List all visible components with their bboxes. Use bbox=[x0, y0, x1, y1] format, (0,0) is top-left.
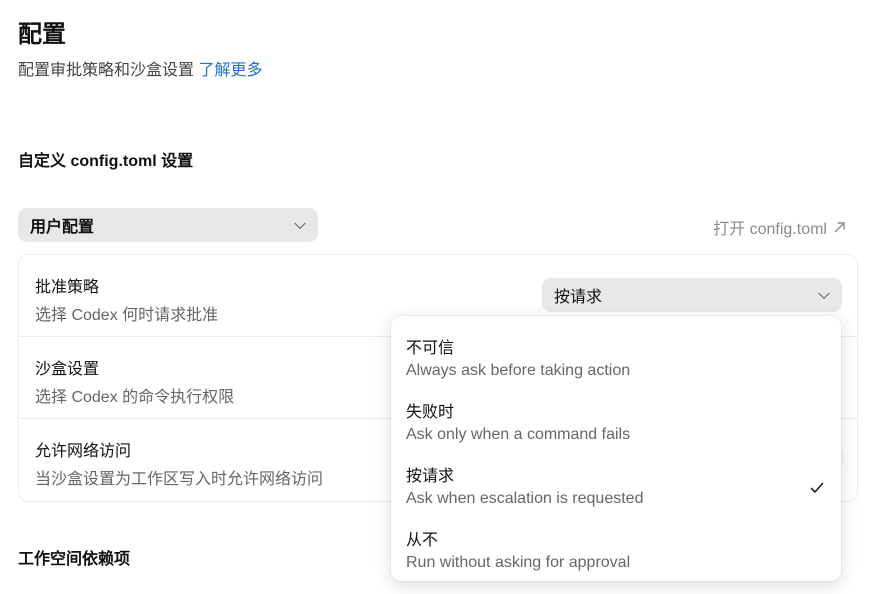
option-title: 不可信 bbox=[406, 340, 455, 357]
workspace-section-title: 工作空间依赖项 bbox=[18, 551, 131, 568]
chevron-down-icon bbox=[294, 217, 306, 230]
open-config-link[interactable]: 打开 config.toml bbox=[713, 215, 846, 239]
setting-description: 选择 Codex 的命令执行权限 bbox=[35, 389, 235, 406]
learn-more-link[interactable]: 了解更多 bbox=[198, 62, 262, 79]
approval-select-value: 按请求 bbox=[554, 289, 603, 306]
option-description: Always ask before taking action bbox=[406, 362, 631, 379]
profile-select[interactable]: 用户配置 bbox=[18, 208, 318, 242]
subtitle-text: 配置审批策略和沙盒设置 bbox=[18, 62, 195, 79]
option-description: Run without asking for approval bbox=[406, 554, 631, 571]
setting-label: 允许网络访问 bbox=[35, 443, 132, 460]
option-title: 失败时 bbox=[406, 404, 455, 421]
menu-option-on-failure[interactable]: 失败时 Ask only when a command fails bbox=[391, 386, 841, 450]
config-section-title: 自定义 config.toml 设置 bbox=[18, 153, 194, 170]
page-title: 配置 bbox=[18, 21, 66, 48]
setting-label: 批准策略 bbox=[35, 279, 100, 296]
option-description: Ask when escalation is requested bbox=[406, 490, 644, 507]
arrow-up-right-icon bbox=[834, 221, 845, 232]
setting-description: 当沙盒设置为工作区写入时允许网络访问 bbox=[35, 471, 324, 488]
option-title: 按请求 bbox=[406, 468, 455, 485]
setting-description: 选择 Codex 何时请求批准 bbox=[35, 307, 219, 324]
option-title: 从不 bbox=[406, 532, 439, 549]
page-subtitle: 配置审批策略和沙盒设置 了解更多 bbox=[18, 56, 262, 80]
setting-label: 沙盒设置 bbox=[35, 361, 100, 378]
open-config-label: 打开 config.toml bbox=[713, 221, 827, 238]
menu-option-untrusted[interactable]: 不可信 Always ask before taking action bbox=[391, 322, 841, 386]
check-icon bbox=[810, 482, 824, 493]
approval-dropdown-menu: 不可信 Always ask before taking action 失败时 … bbox=[391, 316, 841, 581]
chevron-down-icon bbox=[818, 287, 830, 300]
approval-policy-select[interactable]: 按请求 bbox=[542, 278, 842, 312]
profile-select-value: 用户配置 bbox=[30, 219, 95, 236]
option-description: Ask only when a command fails bbox=[406, 426, 631, 443]
menu-option-on-request[interactable]: 按请求 Ask when escalation is requested bbox=[391, 450, 841, 514]
menu-option-never[interactable]: 从不 Run without asking for approval bbox=[391, 514, 841, 578]
